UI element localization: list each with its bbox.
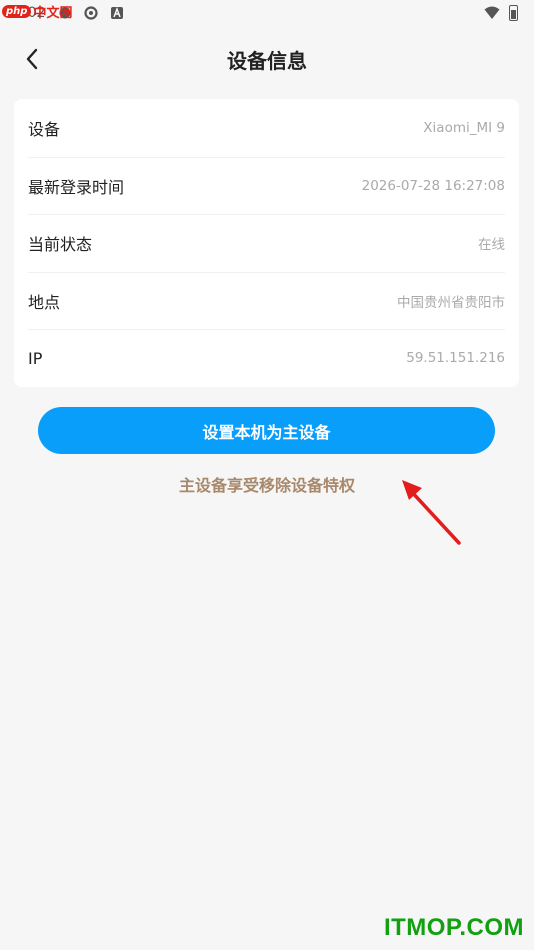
- row-value: 在线: [478, 237, 505, 254]
- watermark-badge: php: [2, 4, 32, 18]
- row-label: 当前状态: [28, 235, 93, 255]
- row-value: Xiaomi_MI 9: [423, 119, 505, 136]
- row-label: IP: [28, 348, 43, 368]
- info-row-last-login: 最新登录时间 2026-07-28 16:27:08: [28, 156, 505, 215]
- page-title: 设备信息: [227, 49, 307, 73]
- info-row-status: 当前状态 在线: [28, 214, 505, 272]
- row-value: 59.51.151.216: [406, 350, 505, 367]
- row-value: 中国贵州省贵阳市: [397, 294, 505, 311]
- info-row-ip: IP 59.51.151.216: [28, 329, 505, 387]
- status-bar: 1:02: [0, 0, 534, 28]
- wifi-icon: [484, 6, 500, 19]
- row-label: 最新登录时间: [28, 177, 125, 197]
- nav-header: 设备信息: [0, 28, 534, 90]
- watermark-text: 中文网: [33, 5, 73, 21]
- battery-icon: [509, 5, 518, 21]
- set-primary-device-button[interactable]: 设置本机为主设备: [38, 407, 495, 454]
- app-icon: [111, 7, 123, 19]
- device-info-screen: 1:02 php 中文网 设备信息 设备: [0, 0, 534, 950]
- settings-icon: [84, 6, 98, 20]
- watermark-logo: php 中文网: [0, 0, 72, 22]
- watermark-site: ITMOP.COM: [383, 914, 524, 941]
- row-label: 地点: [28, 292, 61, 312]
- row-label: 设备: [28, 119, 61, 139]
- row-value: 2026-07-28 16:27:08: [361, 177, 505, 194]
- annotation-arrow-icon: [402, 480, 461, 545]
- info-row-location: 地点 中国贵州省贵阳市: [28, 271, 505, 330]
- info-row-device: 设备 Xiaomi_MI 9: [28, 99, 505, 157]
- device-info-card: 设备 Xiaomi_MI 9 最新登录时间 2026-07-28 16:27:0…: [14, 99, 519, 387]
